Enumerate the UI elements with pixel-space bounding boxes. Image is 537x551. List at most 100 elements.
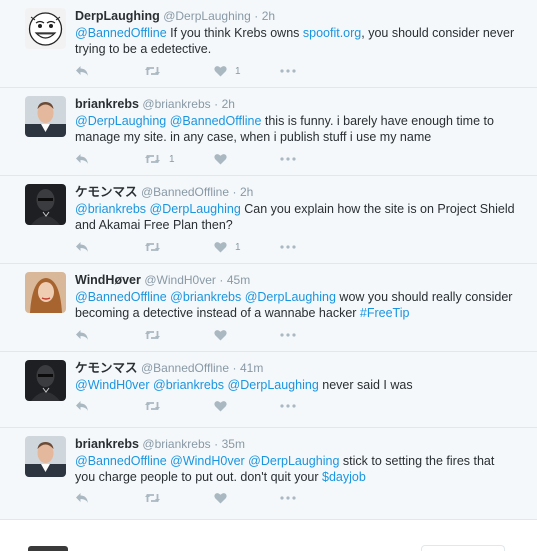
tweet-link[interactable]: @BannedOffline: [75, 26, 167, 40]
retweet-button[interactable]: [144, 329, 169, 341]
retweet-icon: [144, 241, 161, 253]
retweet-button[interactable]: 1: [144, 153, 175, 165]
tweet-text-segment: If you think Krebs owns: [166, 26, 303, 40]
reply-icon: [75, 241, 89, 253]
timestamp[interactable]: 35m: [222, 437, 245, 451]
author-handle[interactable]: @WindH0ver: [144, 273, 216, 287]
footer-button[interactable]: [421, 545, 505, 551]
avatar[interactable]: [25, 8, 66, 49]
avatar[interactable]: [25, 184, 66, 225]
tweet-link[interactable]: @DerpLaughing: [245, 290, 336, 304]
author-name[interactable]: ケモンマス: [75, 185, 138, 199]
tweet[interactable]: DerpLaughing @DerpLaughing · 2h @BannedOf…: [0, 0, 537, 88]
tweet-text: @WindH0ver @briankrebs @DerpLaughing nev…: [75, 377, 515, 393]
author-handle[interactable]: @DerpLaughing: [163, 9, 251, 23]
reply-button[interactable]: [75, 241, 89, 253]
retweet-button[interactable]: [144, 241, 169, 253]
tweet-link[interactable]: $dayjob: [322, 470, 366, 484]
like-button[interactable]: [214, 329, 235, 341]
tweet[interactable]: WindHøver @WindH0ver · 45m @BannedOffline…: [0, 264, 537, 352]
reply-button[interactable]: [75, 400, 89, 412]
avatar[interactable]: [25, 96, 66, 137]
author-handle[interactable]: @briankrebs: [142, 97, 210, 111]
like-button[interactable]: [214, 153, 235, 165]
tweet-text: @BannedOffline @briankrebs @DerpLaughing…: [75, 289, 515, 321]
avatar[interactable]: [25, 436, 66, 477]
more-button[interactable]: [280, 69, 296, 73]
author-handle[interactable]: @briankrebs: [142, 437, 210, 451]
retweet-button[interactable]: [144, 65, 169, 77]
heart-icon: [214, 329, 227, 341]
more-button[interactable]: [280, 245, 296, 249]
tweet-header: ケモンマス @BannedOffline · 41m: [75, 360, 527, 376]
tweet-link[interactable]: @WindH0ver: [75, 378, 150, 392]
more-icon: [280, 496, 296, 500]
retweet-icon: [144, 492, 161, 504]
separator-dot: ·: [232, 361, 237, 375]
tweet-link[interactable]: @briankrebs: [153, 378, 224, 392]
tweet-link[interactable]: @BannedOffline: [75, 290, 167, 304]
timestamp[interactable]: 2h: [262, 9, 275, 23]
tweet-text: @BannedOffline @WindH0ver @DerpLaughing …: [75, 453, 515, 485]
tweet[interactable]: ケモンマス @BannedOffline · 2h @briankrebs @De…: [0, 176, 537, 264]
tweet-header: DerpLaughing @DerpLaughing · 2h: [75, 8, 527, 24]
tweet-link[interactable]: @DerpLaughing: [75, 114, 166, 128]
timestamp[interactable]: 2h: [222, 97, 235, 111]
timestamp[interactable]: 41m: [240, 361, 263, 375]
like-count: 1: [235, 65, 241, 77]
separator-dot: ·: [232, 185, 237, 199]
retweet-button[interactable]: [144, 400, 169, 412]
tweet[interactable]: ケモンマス @BannedOffline · 41m @WindH0ver @br…: [0, 352, 537, 428]
tweet-link[interactable]: spoofit.org: [303, 26, 361, 40]
tweet[interactable]: briankrebs @briankrebs · 2h @DerpLaughing…: [0, 88, 537, 176]
heart-icon: [214, 153, 227, 165]
reply-icon: [75, 400, 89, 412]
reply-button[interactable]: [75, 65, 89, 77]
author-name[interactable]: ケモンマス: [75, 361, 138, 375]
author-handle[interactable]: @BannedOffline: [141, 185, 229, 199]
footer-avatar: [28, 546, 68, 551]
avatar[interactable]: [25, 272, 66, 313]
like-button[interactable]: [214, 492, 235, 504]
author-name[interactable]: WindHøver: [75, 273, 141, 287]
tweet-header: briankrebs @briankrebs · 35m: [75, 436, 527, 452]
tweet-link[interactable]: @briankrebs: [75, 202, 146, 216]
retweet-icon: [144, 153, 161, 165]
more-button[interactable]: [280, 404, 296, 408]
reply-button[interactable]: [75, 329, 89, 341]
tweet-link[interactable]: @DerpLaughing: [228, 378, 319, 392]
separator-dot: ·: [254, 9, 259, 23]
tweet-link[interactable]: @BannedOffline: [170, 114, 262, 128]
retweet-icon: [144, 400, 161, 412]
reply-icon: [75, 65, 89, 77]
like-button[interactable]: 1: [214, 65, 241, 77]
more-icon: [280, 245, 296, 249]
tweet-link[interactable]: @DerpLaughing: [150, 202, 241, 216]
like-button[interactable]: [214, 400, 235, 412]
tweet-header: ケモンマス @BannedOffline · 2h: [75, 184, 527, 200]
author-name[interactable]: DerpLaughing: [75, 9, 160, 23]
more-button[interactable]: [280, 333, 296, 337]
reply-button[interactable]: [75, 492, 89, 504]
author-name[interactable]: briankrebs: [75, 437, 139, 451]
author-handle[interactable]: @BannedOffline: [141, 361, 229, 375]
tweet-link[interactable]: @DerpLaughing: [248, 454, 339, 468]
retweet-button[interactable]: [144, 492, 169, 504]
tweet[interactable]: briankrebs @briankrebs · 35m @BannedOffli…: [0, 428, 537, 520]
more-button[interactable]: [280, 157, 296, 161]
more-button[interactable]: [280, 496, 296, 500]
tweet-link[interactable]: #FreeTip: [360, 306, 410, 320]
timestamp[interactable]: 45m: [227, 273, 250, 287]
timestamp[interactable]: 2h: [240, 185, 253, 199]
tweet-link[interactable]: @BannedOffline: [75, 454, 167, 468]
reply-button[interactable]: [75, 153, 89, 165]
retweet-icon: [144, 65, 161, 77]
tweet-link[interactable]: @WindH0ver: [170, 454, 245, 468]
more-icon: [280, 157, 296, 161]
tweet-link[interactable]: @briankrebs: [170, 290, 241, 304]
conversation-thread: DerpLaughing @DerpLaughing · 2h @BannedOf…: [0, 0, 537, 520]
like-button[interactable]: 1: [214, 241, 241, 253]
more-icon: [280, 404, 296, 408]
avatar[interactable]: [25, 360, 66, 401]
author-name[interactable]: briankrebs: [75, 97, 139, 111]
